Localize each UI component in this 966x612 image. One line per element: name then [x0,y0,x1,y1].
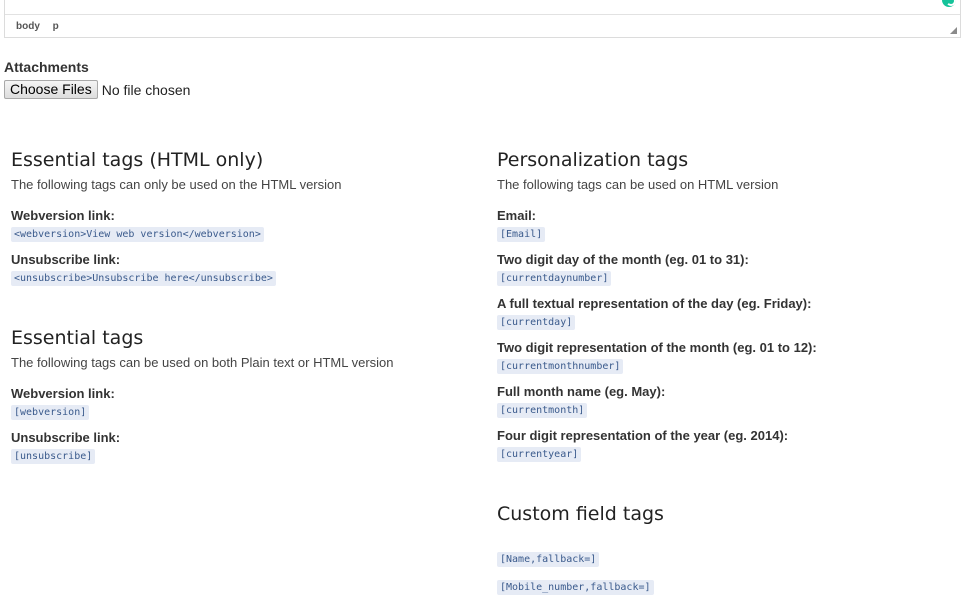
tag-code: [currentday] [497,315,576,330]
tag-code: [Email] [497,227,546,242]
tag-code: [currentdaynumber] [497,271,612,286]
section-title: Essential tags [11,327,144,349]
tag-item: Webversion link: <webversion>View web ve… [11,208,471,242]
tag-label: Webversion link: [11,386,115,401]
tag-label: Four digit representation of the year (e… [497,428,789,443]
tag-item: Four digit representation of the year (e… [497,428,957,462]
tag-item: Two digit representation of the month (e… [497,340,957,374]
essential-tags: Essential tags The following tags can be… [11,326,471,464]
left-column: Essential tags (HTML only) The following… [11,148,471,464]
section-title: Essential tags (HTML only) [11,149,264,171]
tag-code: [currentmonthnumber] [497,359,624,374]
tag-item: Full month name (eg. May): [currentmonth… [497,384,957,418]
file-status: No file chosen [101,81,191,98]
tag-code: [Mobile_number,fallback=] [497,580,654,595]
tag-code: <webversion>View web version</webversion… [11,227,264,242]
tag-label: Webversion link: [11,208,115,223]
grammarly-icon[interactable] [940,0,958,9]
path-item-body[interactable]: body [16,21,40,32]
tag-item: Email: [Email] [497,208,957,242]
tag-item: [Mobile_number,fallback=] [497,577,957,595]
tag-item: Unsubscribe link: [unsubscribe] [11,430,471,464]
tag-item: Two digit day of the month (eg. 01 to 31… [497,252,957,286]
essential-tags-html-only: Essential tags (HTML only) The following… [11,148,471,286]
tag-item: [Name,fallback=] [497,549,957,567]
tag-code: [webversion] [11,405,90,420]
tag-label: Email: [497,208,537,223]
personalization-tags: Personalization tags The following tags … [497,148,957,462]
tag-code: [unsubscribe] [11,449,96,464]
right-column: Personalization tags The following tags … [497,148,957,595]
resize-handle-icon[interactable] [950,27,957,34]
section-description: The following tags can only be used on t… [11,177,342,192]
section-title: Personalization tags [497,149,689,171]
editor-status-bar: body p [4,0,961,38]
tag-code: [currentmonth] [497,403,588,418]
tag-item: Webversion link: [webversion] [11,386,471,420]
path-item-p[interactable]: p [53,21,59,32]
tag-label: Unsubscribe link: [11,430,121,445]
tag-code: [currentyear] [497,447,582,462]
section-title: Custom field tags [497,503,664,525]
choose-files-button[interactable]: Choose Files [4,80,98,99]
custom-field-tags: Custom field tags [Name,fallback=] [Mobi… [497,502,957,595]
file-input: Choose Files No file chosen [4,80,190,99]
tag-label: A full textual representation of the day… [497,296,812,311]
tag-code: [Name,fallback=] [497,552,600,567]
section-description: The following tags can be used on both P… [11,355,394,370]
tag-label: Two digit representation of the month (e… [497,340,817,355]
section-description: The following tags can be used on HTML v… [497,177,779,192]
attachments-label: Attachments [4,59,89,75]
element-path: body p [16,21,69,32]
tag-label: Full month name (eg. May): [497,384,666,399]
tag-code: <unsubscribe>Unsubscribe here</unsubscri… [11,271,276,286]
tag-label: Unsubscribe link: [11,252,121,267]
tag-item: A full textual representation of the day… [497,296,957,330]
tag-label: Two digit day of the month (eg. 01 to 31… [497,252,749,267]
tag-item: Unsubscribe link: <unsubscribe>Unsubscri… [11,252,471,286]
editor-divider [5,14,960,15]
